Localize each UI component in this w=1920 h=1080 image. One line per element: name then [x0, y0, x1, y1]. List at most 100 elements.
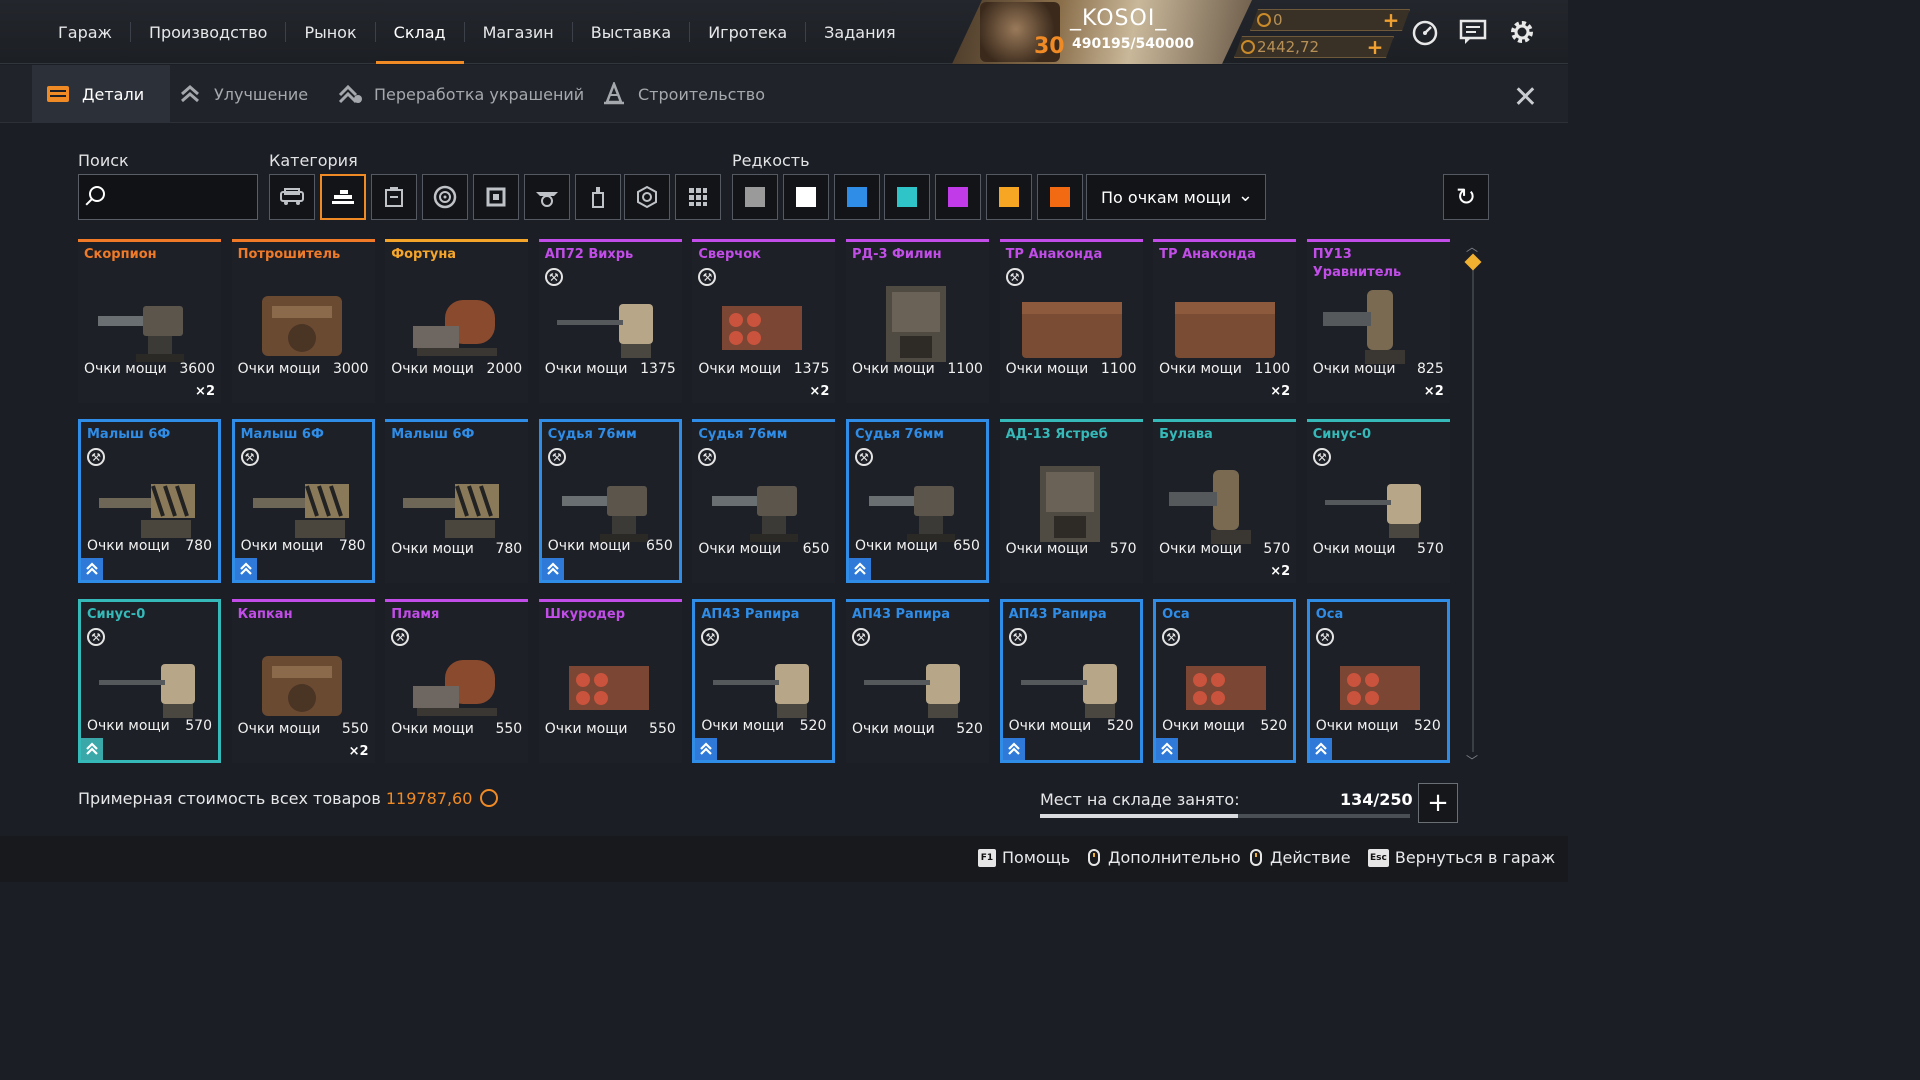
inventory-item-card[interactable]: Оса ⚒ Очки мощи 520: [1306, 599, 1450, 763]
add-premium-button[interactable]: +: [1377, 10, 1405, 30]
category-wheels[interactable]: [422, 174, 468, 220]
add-coins-button[interactable]: +: [1361, 37, 1389, 57]
inventory-item-card[interactable]: Синус-0 ⚒ Очки мощи 570: [1306, 419, 1450, 583]
rarity-filter-button[interactable]: [986, 174, 1032, 220]
inventory-item-card[interactable]: ТР Анаконда ⚒ Очки мощи 1100: [999, 239, 1143, 403]
rarity-filter-button[interactable]: [935, 174, 982, 220]
inventory-item-card[interactable]: Малыш 6Ф ⚒ Очки мощи 780: [78, 419, 221, 583]
paint-can-icon: [592, 187, 604, 208]
tab-construction[interactable]: Строительство: [600, 65, 765, 123]
tab-details-label: Детали: [82, 84, 145, 104]
nav-item[interactable]: Гараж: [40, 0, 130, 64]
inventory-item-card[interactable]: Синус-0 ⚒ Очки мощи 570: [78, 599, 221, 763]
item-name: Фортуна: [391, 247, 457, 262]
rarity-filter-button[interactable]: [782, 174, 829, 220]
item-name: ТР Анаконда: [1005, 247, 1103, 262]
inventory-item-card[interactable]: Шкуродер Очки мощи 550: [538, 599, 682, 763]
power-score-label: Очки мощи: [1159, 541, 1242, 557]
total-value-amount: 119787,60: [385, 789, 473, 808]
not-tradeable-icon: ⚒: [851, 628, 870, 646]
nav-item[interactable]: Задания: [806, 0, 913, 64]
power-score-value: 650: [802, 541, 830, 557]
hint-action[interactable]: Действие: [1250, 848, 1351, 867]
hint-help[interactable]: F1 Помощь: [978, 848, 1070, 867]
inventory-item-card[interactable]: ТР Анаконда Очки мощи 1100 ×2: [1153, 239, 1297, 403]
category-weapons[interactable]: [320, 174, 366, 220]
rarity-filter-button[interactable]: [1036, 174, 1083, 220]
power-score-value: 550: [649, 721, 676, 737]
refresh-icon: ↻: [1455, 183, 1477, 211]
tab-upgrade[interactable]: Улучшение: [176, 65, 308, 123]
rarity-filter-button[interactable]: [833, 174, 880, 220]
item-name: Потрошитель: [237, 247, 341, 262]
category-all[interactable]: [675, 174, 721, 220]
inventory-item-card[interactable]: Малыш 6Ф ⚒ Очки мощи 780: [231, 419, 375, 583]
inventory-item-card[interactable]: Булава Очки мощи 570 ×2: [1153, 419, 1297, 583]
not-tradeable-icon: ⚒: [544, 268, 563, 286]
not-tradeable-icon: ⚒: [854, 448, 873, 466]
refresh-button[interactable]: ↻: [1443, 174, 1489, 220]
item-image: [549, 276, 672, 372]
category-paint[interactable]: [575, 174, 621, 220]
hint-more[interactable]: Дополнительно: [1088, 848, 1241, 867]
scrollbar-thumb[interactable]: [1464, 253, 1482, 271]
tab-details[interactable]: Детали: [32, 65, 171, 123]
player-profile[interactable]: 30 _KOSOI_ 490195/540000: [952, 0, 1252, 64]
category-decor[interactable]: [524, 174, 570, 220]
nav-item[interactable]: Склад: [375, 0, 464, 64]
category-modules[interactable]: [371, 174, 417, 220]
inventory-item-card[interactable]: АП43 Рапира ⚒ Очки мощи 520: [692, 599, 836, 763]
inventory-item-card[interactable]: Судья 76мм ⚒ Очки мощи 650: [692, 419, 836, 583]
sort-dropdown[interactable]: По очкам мощи ⌄: [1086, 174, 1266, 220]
scrollbar-track[interactable]: [1472, 268, 1474, 752]
rarity-filter-button[interactable]: [884, 174, 931, 220]
expand-storage-button[interactable]: +: [1418, 783, 1458, 823]
inventory-item-card[interactable]: Капкан Очки мощи 550 ×2: [231, 599, 375, 763]
item-name: Скорпион: [84, 247, 157, 262]
category-hexagon[interactable]: [624, 174, 670, 220]
sort-value: По очкам мощи: [1101, 187, 1232, 207]
inventory-item-card[interactable]: Оса ⚒ Очки мощи 520: [1153, 599, 1297, 763]
inventory-item-card[interactable]: Пламя ⚒ Очки мощи 550: [385, 599, 529, 763]
item-image: [1163, 276, 1286, 372]
close-icon[interactable]: ✕: [1513, 80, 1538, 115]
inventory-item-card[interactable]: АД-13 Ястреб Очки мощи 570: [999, 419, 1143, 583]
nav-item[interactable]: Игротека: [690, 0, 805, 64]
upgrade-chevrons-icon: [1156, 738, 1179, 760]
category-frames[interactable]: [473, 174, 519, 220]
nav-item[interactable]: Рынок: [286, 0, 374, 64]
settings-gear-icon[interactable]: [1506, 16, 1538, 48]
nav-item[interactable]: Магазин: [465, 0, 572, 64]
item-name: АП43 Рапира: [851, 607, 950, 622]
messages-icon[interactable]: [1457, 16, 1489, 48]
inventory-item-card[interactable]: Фортуна Очки мощи 2000: [385, 239, 529, 403]
inventory-item-card[interactable]: АП43 Рапира ⚒ Очки мощи 520: [845, 599, 989, 763]
power-score-label: Очки мощи: [1005, 361, 1089, 377]
grid-icon: [689, 188, 707, 206]
rarity-filter-button[interactable]: [732, 174, 778, 220]
item-name: Синус-0: [87, 607, 146, 622]
search-input[interactable]: [78, 174, 258, 220]
inventory-item-card[interactable]: РД-3 Филин Очки мощи 1100: [845, 239, 989, 403]
nav-item[interactable]: Производство: [131, 0, 286, 64]
inventory-item-card[interactable]: ПУ13 Уравнитель Очки мощи 825 ×2: [1306, 239, 1450, 403]
inventory-item-card[interactable]: Малыш 6Ф Очки мощи 780: [385, 419, 529, 583]
scroll-down-icon[interactable]: ﹀: [1466, 752, 1478, 769]
scroll-up-icon[interactable]: ︿: [1466, 238, 1478, 255]
inventory-item-card[interactable]: Судья 76мм ⚒ Очки мощи 650: [845, 419, 989, 583]
hint-back[interactable]: Esc Вернуться в гараж: [1368, 848, 1555, 867]
total-value-label: Примерная стоимость всех товаров: [78, 789, 381, 808]
tab-decor-recycling[interactable]: Переработка украшений: [336, 65, 584, 123]
inventory-item-card[interactable]: Потрошитель Очки мощи 3000: [231, 239, 375, 403]
speedometer-icon[interactable]: [1409, 16, 1441, 48]
inventory-item-card[interactable]: АП43 Рапира ⚒ Очки мощи 520: [999, 599, 1143, 763]
inventory-item-card[interactable]: Скорпион Очки мощи 3600 ×2: [78, 239, 221, 403]
nav-item[interactable]: Выставка: [573, 0, 689, 64]
item-name: Шкуродер: [544, 607, 625, 622]
power-score-label: Очки мощи: [1312, 541, 1396, 557]
search-icon: [89, 186, 105, 202]
inventory-item-card[interactable]: АП72 Вихрь ⚒ Очки мощи 1375: [538, 239, 682, 403]
inventory-item-card[interactable]: Сверчок ⚒ Очки мощи 1375 ×2: [692, 239, 836, 403]
category-cabins[interactable]: [269, 174, 315, 220]
inventory-item-card[interactable]: Судья 76мм ⚒ Очки мощи 650: [538, 419, 682, 583]
